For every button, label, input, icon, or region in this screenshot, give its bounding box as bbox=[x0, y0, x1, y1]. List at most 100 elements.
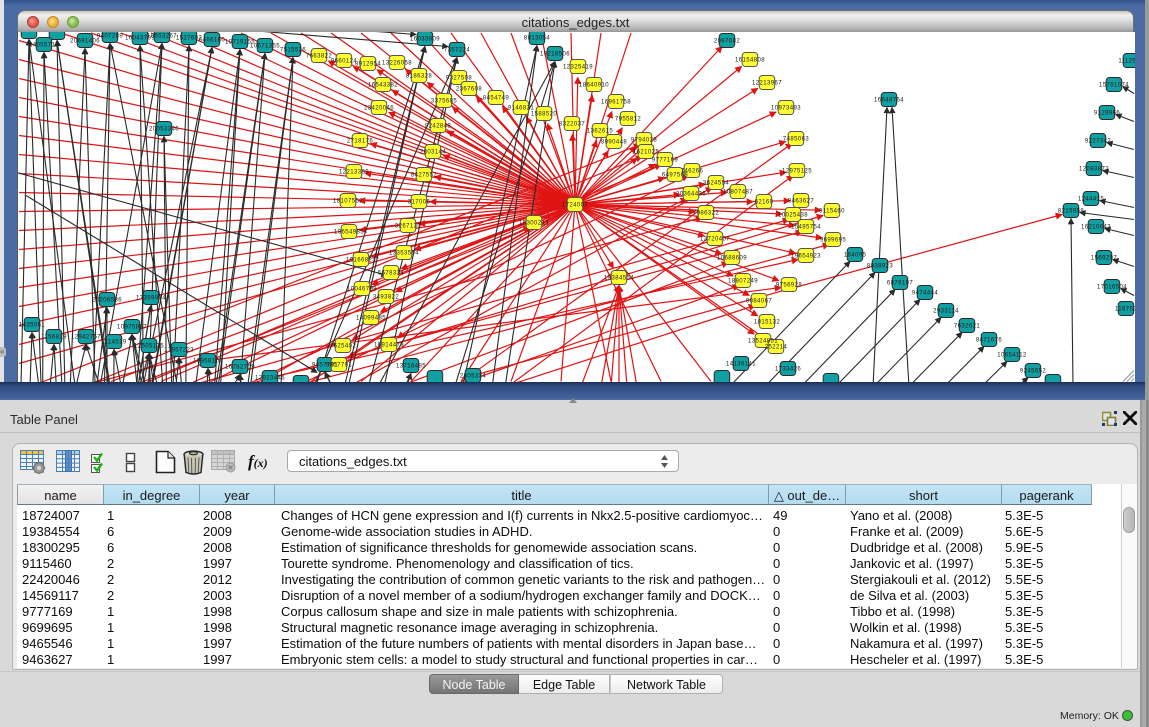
svg-text:7485063: 7485063 bbox=[782, 136, 808, 142]
svg-text:7663822: 7663822 bbox=[305, 53, 331, 59]
svg-text:10807487: 10807487 bbox=[723, 189, 753, 195]
svg-text:7357224: 7357224 bbox=[443, 47, 469, 53]
svg-text:9777169: 9777169 bbox=[651, 157, 677, 163]
svg-text:9463627: 9463627 bbox=[787, 198, 813, 204]
svg-text:14136141: 14136141 bbox=[726, 361, 756, 367]
svg-text:10046798: 10046798 bbox=[347, 286, 377, 292]
svg-text:7632621: 7632621 bbox=[953, 323, 979, 329]
svg-text:6466160: 6466160 bbox=[198, 37, 224, 43]
svg-text:10025438: 10025438 bbox=[778, 212, 808, 218]
svg-text:17016504: 17016504 bbox=[1097, 284, 1127, 290]
svg-text:6879197: 6879197 bbox=[886, 280, 912, 286]
svg-text:9115460: 9115460 bbox=[819, 208, 845, 214]
svg-text:62160: 62160 bbox=[754, 199, 773, 205]
svg-text:13353594: 13353594 bbox=[389, 250, 419, 256]
svg-text:2803144: 2803144 bbox=[419, 149, 445, 155]
svg-text:2605334: 2605334 bbox=[459, 373, 485, 379]
svg-text:16154808: 16154808 bbox=[735, 57, 765, 63]
svg-text:19218506: 19218506 bbox=[540, 51, 570, 57]
svg-text:12975125: 12975125 bbox=[782, 168, 812, 174]
svg-text:1569297: 1569297 bbox=[1090, 255, 1116, 261]
svg-text:20053346: 20053346 bbox=[149, 126, 179, 132]
svg-text:3375685: 3375685 bbox=[430, 98, 456, 104]
svg-text:1112543: 1112543 bbox=[1118, 58, 1135, 64]
svg-text:8912954: 8912954 bbox=[354, 61, 380, 67]
svg-text:9474444: 9474444 bbox=[911, 290, 937, 296]
svg-text:9129966: 9129966 bbox=[1093, 110, 1119, 116]
svg-text:8990448: 8990448 bbox=[600, 139, 626, 145]
svg-text:252214: 252214 bbox=[764, 344, 787, 350]
svg-text:317006: 317006 bbox=[407, 199, 430, 205]
svg-text:8813054: 8813054 bbox=[523, 35, 549, 41]
svg-text:7515526: 7515526 bbox=[279, 47, 305, 53]
svg-text:8938923: 8938923 bbox=[866, 263, 892, 269]
svg-text:23420046: 23420046 bbox=[364, 105, 394, 111]
svg-text:17957223: 17957223 bbox=[164, 347, 194, 353]
svg-text:9327508: 9327508 bbox=[445, 75, 471, 81]
svg-text:1362615: 1362615 bbox=[586, 128, 612, 134]
svg-text:10688609: 10688609 bbox=[717, 255, 747, 261]
svg-text:13716485: 13716485 bbox=[396, 363, 426, 369]
svg-text:20364436: 20364436 bbox=[676, 191, 706, 197]
svg-text:19384554: 19384554 bbox=[604, 275, 634, 281]
svg-text:2718176: 2718176 bbox=[346, 138, 372, 144]
svg-text:12213967: 12213967 bbox=[752, 80, 782, 86]
svg-text:16033809: 16033809 bbox=[410, 36, 440, 42]
svg-text:2933114: 2933114 bbox=[933, 308, 959, 314]
svg-text:1156829: 1156829 bbox=[41, 334, 67, 340]
svg-text:1588520: 1588520 bbox=[530, 111, 556, 117]
svg-text:16648764: 16648764 bbox=[874, 97, 904, 103]
svg-text:9699695: 9699695 bbox=[819, 237, 845, 243]
svg-text:18640910: 18640910 bbox=[579, 82, 609, 88]
svg-text:19654985: 19654985 bbox=[334, 229, 364, 235]
svg-text:116753: 116753 bbox=[1115, 306, 1135, 312]
svg-text:1815132: 1815132 bbox=[753, 319, 779, 325]
svg-text:8322037: 8322037 bbox=[558, 121, 584, 127]
svg-text:20206536: 20206536 bbox=[92, 297, 122, 303]
svg-text:9084067: 9084067 bbox=[745, 298, 771, 304]
svg-text:746266: 746266 bbox=[680, 168, 703, 174]
svg-text:3493822: 3493822 bbox=[372, 294, 398, 300]
svg-text:9245652: 9245652 bbox=[1019, 368, 1045, 374]
svg-text:7625402: 7625402 bbox=[329, 343, 355, 349]
svg-text:19166825: 19166825 bbox=[346, 257, 376, 263]
svg-text:13226058: 13226058 bbox=[382, 60, 412, 66]
svg-text:10958107: 10958107 bbox=[193, 358, 223, 364]
svg-text:9756928: 9756928 bbox=[775, 282, 801, 288]
svg-text:3624554: 3624554 bbox=[702, 180, 728, 186]
svg-text:14099485: 14099485 bbox=[356, 315, 386, 321]
svg-text:2367608: 2367608 bbox=[455, 86, 481, 92]
svg-text:1435061: 1435061 bbox=[18, 322, 44, 328]
svg-text:16210643: 16210643 bbox=[1081, 224, 1111, 230]
svg-text:10654112: 10654112 bbox=[997, 352, 1027, 358]
svg-text:12923446: 12923446 bbox=[255, 375, 285, 381]
svg-text:1621025: 1621025 bbox=[632, 149, 658, 155]
svg-text:12325419: 12325419 bbox=[563, 64, 593, 70]
svg-text:8186328: 8186328 bbox=[405, 73, 431, 79]
svg-text:16961758: 16961758 bbox=[601, 99, 631, 105]
svg-text:12093872: 12093872 bbox=[1079, 166, 1109, 172]
svg-text:8215958: 8215958 bbox=[1057, 208, 1083, 214]
svg-text:13720407: 13720407 bbox=[700, 236, 730, 242]
svg-text:9227342: 9227342 bbox=[1084, 138, 1110, 144]
svg-text:9660124: 9660124 bbox=[330, 58, 356, 64]
svg-text:9794028: 9794028 bbox=[630, 137, 656, 143]
svg-text:3267130: 3267130 bbox=[394, 223, 420, 229]
svg-text:2087682: 2087682 bbox=[713, 38, 739, 44]
svg-text:14055712: 14055712 bbox=[29, 42, 59, 48]
svg-text:15495754: 15495754 bbox=[791, 224, 821, 230]
svg-text:9407289: 9407289 bbox=[96, 33, 122, 39]
svg-text:1114519: 1114519 bbox=[101, 339, 127, 345]
svg-text:10671355: 10671355 bbox=[250, 43, 280, 49]
svg-text:8471676: 8471676 bbox=[975, 337, 1001, 343]
svg-text:16543382: 16543382 bbox=[368, 82, 398, 88]
svg-text:10975867: 10975867 bbox=[117, 324, 147, 330]
svg-text:19654923: 19654923 bbox=[791, 253, 821, 259]
svg-text:1733426: 1733426 bbox=[774, 366, 800, 372]
svg-text:10973493: 10973493 bbox=[771, 105, 801, 111]
svg-text:1724007: 1724007 bbox=[561, 202, 587, 208]
svg-text:15751074: 15751074 bbox=[1099, 82, 1129, 88]
svg-text:10653267: 10653267 bbox=[147, 33, 177, 39]
svg-text:12213389: 12213389 bbox=[339, 169, 369, 175]
svg-text:5578334: 5578334 bbox=[377, 270, 403, 276]
